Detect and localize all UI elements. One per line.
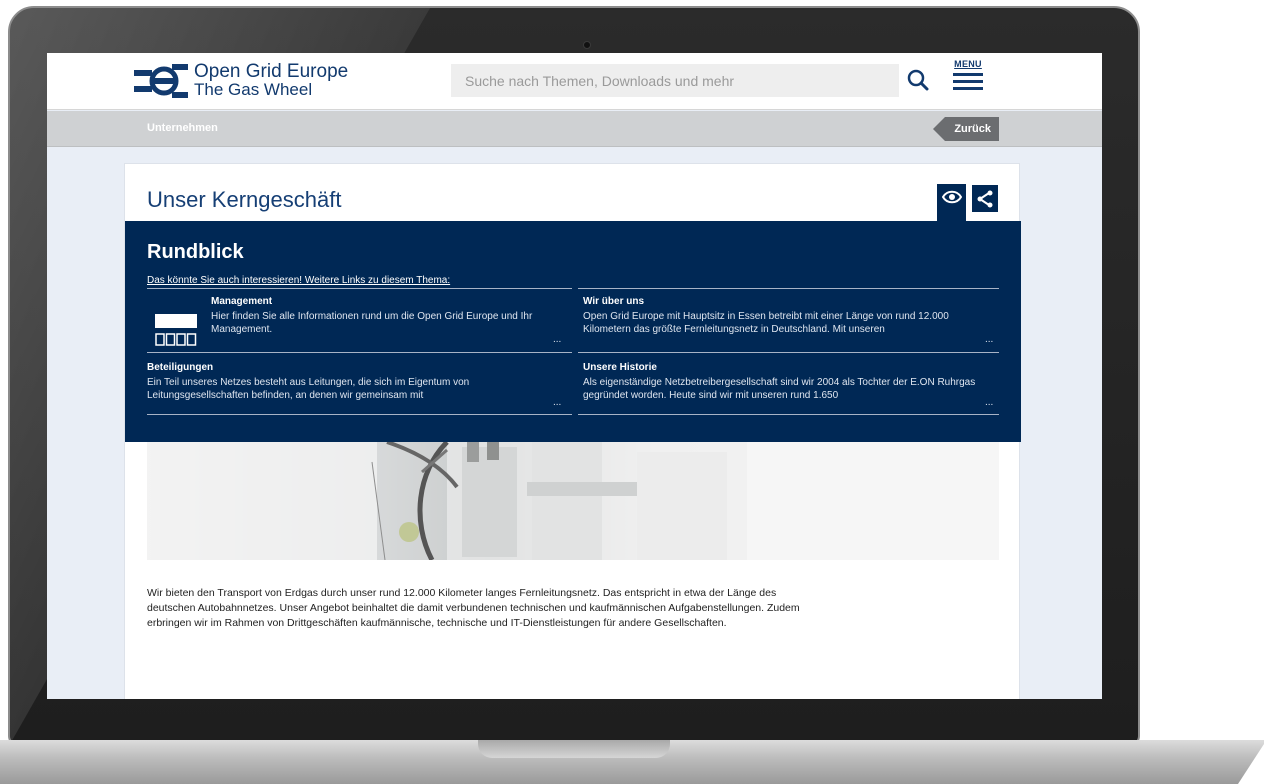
back-button[interactable]: Zurück <box>933 117 999 141</box>
rundblick-item-text: Ein Teil unseres Netzes besteht aus Leit… <box>147 377 470 401</box>
more-ellipsis[interactable]: ... <box>985 397 993 408</box>
more-ellipsis[interactable]: ... <box>553 334 561 345</box>
rundblick-item-text: Als eigenständige Netzbetreibergesellsch… <box>583 377 976 401</box>
search-icon <box>907 69 929 91</box>
content-card: Unser Kerngeschäft Rundblick Das könnte … <box>124 163 1021 699</box>
page-title: Unser Kerngeschäft <box>147 187 342 212</box>
rundblick-title: Rundblick <box>147 241 244 263</box>
camera <box>583 41 591 49</box>
rundblick-item-title: Wir über uns <box>583 296 645 307</box>
more-ellipsis[interactable]: ... <box>985 334 993 345</box>
menu-icon <box>951 73 985 90</box>
search-button[interactable] <box>903 63 933 97</box>
rundblick-item-historie[interactable]: Unsere Historie Als eigenständige Netzbe… <box>583 362 995 402</box>
breadcrumb[interactable]: Unternehmen <box>147 122 218 134</box>
rundblick-item-text: Open Grid Europe mit Hauptsitz in Essen … <box>583 311 949 335</box>
laptop-notch <box>478 740 670 758</box>
hero-image <box>147 442 999 560</box>
divider <box>578 352 999 353</box>
divider <box>147 288 572 289</box>
more-ellipsis[interactable]: ... <box>553 397 561 408</box>
search-input[interactable] <box>451 64 899 97</box>
share-icon <box>977 190 993 207</box>
logo-gas-wheel-icon <box>134 64 188 98</box>
gas-pipes-illustration <box>147 442 999 560</box>
divider <box>578 288 999 289</box>
breadcrumb-bar: Unternehmen Zurück <box>47 111 1102 147</box>
logo-line-1: Open Grid Europe <box>194 61 349 82</box>
view-toggle-button[interactable] <box>937 184 966 224</box>
rundblick-item-beteiligungen[interactable]: Beteiligungen Ein Teil unseres Netzes be… <box>147 362 547 402</box>
rundblick-item-title: Unsere Historie <box>583 362 657 373</box>
menu-label: MENU <box>954 59 982 69</box>
site-header: Open Grid Europe The Gas Wheel MENU <box>47 53 1102 110</box>
divider <box>147 414 572 415</box>
rundblick-item-title: Beteiligungen <box>147 362 214 373</box>
eye-icon <box>941 190 962 204</box>
management-icon <box>155 314 197 346</box>
divider <box>147 352 572 353</box>
share-button[interactable] <box>972 185 998 212</box>
rundblick-panel: Rundblick Das könnte Sie auch interessie… <box>125 221 1021 442</box>
rundblick-item-management[interactable]: Management Hier finden Sie alle Informat… <box>211 296 556 336</box>
menu-button[interactable]: MENU <box>951 59 985 99</box>
browser-screen: Open Grid Europe The Gas Wheel MENU Unte… <box>47 53 1102 699</box>
rundblick-subtitle[interactable]: Das könnte Sie auch interessieren! Weite… <box>147 275 450 286</box>
rundblick-item-text: Hier finden Sie alle Informationen rund … <box>211 311 533 335</box>
logo-line-2: The Gas Wheel <box>194 80 313 99</box>
rundblick-item-title: Management <box>211 296 273 307</box>
body-text: Wir bieten den Transport von Erdgas durc… <box>147 587 800 629</box>
site-logo[interactable]: Open Grid Europe The Gas Wheel <box>134 61 348 101</box>
divider <box>578 414 999 415</box>
rundblick-item-wir-ueber-uns[interactable]: Wir über uns Open Grid Europe mit Haupts… <box>583 296 978 336</box>
